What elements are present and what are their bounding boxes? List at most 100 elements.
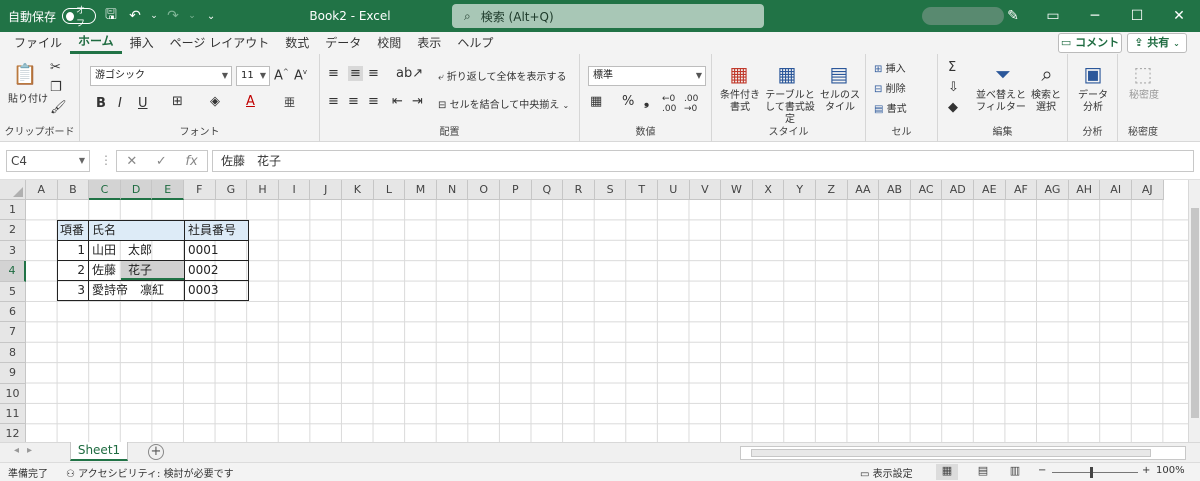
format-table-button[interactable]: テーブルとして書式設定 xyxy=(762,90,818,126)
table-cell[interactable]: 2 xyxy=(57,260,88,281)
paste-icon[interactable]: 📋 xyxy=(10,60,40,88)
add-sheet-icon[interactable]: + xyxy=(148,444,164,460)
row-header[interactable]: 5 xyxy=(0,281,26,302)
save-icon[interactable]: 🖫 xyxy=(102,4,120,28)
row-header[interactable]: 12 xyxy=(0,424,26,442)
redo-dropdown-icon[interactable]: ⌄ xyxy=(188,11,196,21)
column-header[interactable]: L xyxy=(373,180,406,200)
sheet-nav-arrows-icon[interactable]: ◂▸ xyxy=(14,445,40,456)
cancel-icon[interactable]: ✕ xyxy=(126,154,137,169)
copy-icon[interactable]: ❐ xyxy=(50,80,62,95)
column-header[interactable]: V xyxy=(689,180,722,200)
percent-icon[interactable]: % xyxy=(622,94,634,109)
horizontal-scrollbar[interactable] xyxy=(740,446,1186,460)
align-right-icon[interactable]: ≡ xyxy=(368,94,379,109)
column-header[interactable]: AJ xyxy=(1132,180,1164,200)
customize-toolbar-icon[interactable]: ⌄ xyxy=(202,11,220,22)
zoom-out-icon[interactable]: − xyxy=(1038,465,1046,476)
column-header[interactable]: S xyxy=(594,180,627,200)
column-header[interactable]: W xyxy=(721,180,753,200)
row-header[interactable]: 6 xyxy=(0,302,26,323)
italic-button[interactable]: I xyxy=(118,96,122,111)
cell-styles-button[interactable]: セルのスタイル xyxy=(818,90,862,114)
currency-icon[interactable]: ▦ xyxy=(590,94,602,109)
autosave-toggle[interactable]: オフ xyxy=(62,6,97,29)
tab-page-layout[interactable]: ページ レイアウト xyxy=(162,32,278,54)
column-header[interactable]: AC xyxy=(910,180,943,200)
search-box[interactable]: ⌕ 検索 (Alt+Q) xyxy=(452,4,764,28)
table-header-cell[interactable]: 項番 xyxy=(57,220,88,241)
formula-bar-grip[interactable]: ⋮ xyxy=(100,153,112,167)
column-header[interactable]: D xyxy=(120,180,153,200)
table-cell[interactable]: 0002 xyxy=(185,260,248,281)
column-header[interactable]: N xyxy=(436,180,469,200)
column-header[interactable]: A xyxy=(26,180,58,200)
column-header[interactable]: R xyxy=(563,180,595,200)
sort-filter-button[interactable]: 並べ替えとフィルター xyxy=(976,90,1026,114)
conditional-format-button[interactable]: 条件付き書式 xyxy=(716,90,764,114)
row-header[interactable]: 11 xyxy=(0,404,26,425)
display-settings-button[interactable]: ▭ 表示設定 xyxy=(860,465,913,480)
column-header[interactable]: P xyxy=(500,180,532,200)
tab-review[interactable]: 校閲 xyxy=(369,32,409,54)
table-header-cell[interactable]: 社員番号 xyxy=(185,220,248,241)
column-header[interactable]: AB xyxy=(879,180,911,200)
column-header[interactable]: G xyxy=(215,180,248,200)
redo-icon[interactable]: ↷ xyxy=(164,8,182,24)
column-header[interactable]: E xyxy=(152,180,184,200)
column-header[interactable]: K xyxy=(342,180,374,200)
increase-decimal-icon[interactable]: ←0.00 xyxy=(662,94,676,114)
format-painter-icon[interactable]: 🖌 xyxy=(50,100,67,115)
tab-file[interactable]: ファイル xyxy=(6,32,70,54)
account-area[interactable] xyxy=(922,7,1004,25)
column-header[interactable]: J xyxy=(310,180,342,200)
maximize-icon[interactable]: ☐ xyxy=(1116,0,1158,32)
table-cell[interactable]: 佐藤 花子 xyxy=(89,260,184,281)
phonetic-icon[interactable]: 亜 xyxy=(284,94,295,110)
formula-input[interactable]: 佐藤 花子 xyxy=(212,150,1194,172)
zoom-slider[interactable] xyxy=(1052,472,1138,473)
insert-cells-button[interactable]: ⊞ 挿入 xyxy=(874,60,906,75)
sheet-tab-sheet1[interactable]: Sheet1 xyxy=(70,442,128,461)
undo-dropdown-icon[interactable]: ⌄ xyxy=(150,11,158,21)
comment-button[interactable]: ▭ コメント xyxy=(1058,33,1122,53)
column-header[interactable]: U xyxy=(658,180,690,200)
row-header[interactable]: 7 xyxy=(0,322,26,343)
row-header[interactable]: 10 xyxy=(0,383,26,404)
column-header[interactable]: AI xyxy=(1100,180,1132,200)
zoom-level[interactable]: 100% xyxy=(1156,465,1185,476)
find-select-icon[interactable]: ⌕ xyxy=(1032,60,1062,88)
undo-icon[interactable]: ↶ xyxy=(126,8,144,24)
format-cells-button[interactable]: ▤ 書式 xyxy=(874,100,907,115)
column-header[interactable]: M xyxy=(405,180,437,200)
format-table-icon[interactable]: ▦ xyxy=(772,60,802,88)
coauthor-icon[interactable]: ✎ xyxy=(994,0,1032,32)
font-color-icon[interactable]: A xyxy=(246,94,255,109)
column-header[interactable]: H xyxy=(247,180,279,200)
table-cell[interactable]: 0001 xyxy=(185,240,248,261)
indent-decrease-icon[interactable]: ⇤ xyxy=(392,94,403,109)
column-header[interactable]: Q xyxy=(531,180,564,200)
page-layout-view-icon[interactable]: ▤ xyxy=(972,464,994,480)
share-button[interactable]: ⇪ 共有 ⌄ xyxy=(1127,33,1187,53)
zoom-in-icon[interactable]: + xyxy=(1142,465,1150,476)
column-header[interactable]: AD xyxy=(942,180,974,200)
fill-icon[interactable]: ⇩ xyxy=(948,80,959,95)
align-bottom-icon[interactable]: ≡ xyxy=(368,66,379,81)
tab-help[interactable]: ヘルプ xyxy=(449,32,501,54)
row-header[interactable]: 8 xyxy=(0,342,26,364)
sort-filter-icon[interactable]: ⏷ xyxy=(988,60,1018,88)
delete-cells-button[interactable]: ⊟ 削除 xyxy=(874,80,906,95)
enter-icon[interactable]: ✓ xyxy=(156,154,167,169)
clear-icon[interactable]: ◆ xyxy=(948,100,958,115)
row-header[interactable]: 1 xyxy=(0,200,26,221)
tab-formulas[interactable]: 数式 xyxy=(277,32,317,54)
decrease-font-icon[interactable]: Av xyxy=(294,68,307,83)
column-header[interactable]: T xyxy=(626,180,658,200)
data-analysis-icon[interactable]: ▣ xyxy=(1078,60,1108,88)
table-cell[interactable]: 0003 xyxy=(185,280,248,301)
font-size-select[interactable]: 11 ▼ xyxy=(236,66,270,86)
paste-button[interactable]: 貼り付け xyxy=(8,90,48,105)
data-analysis-button[interactable]: データ分析 xyxy=(1074,90,1112,114)
table-cell[interactable]: 愛詩帝 凛紅 xyxy=(89,280,184,301)
